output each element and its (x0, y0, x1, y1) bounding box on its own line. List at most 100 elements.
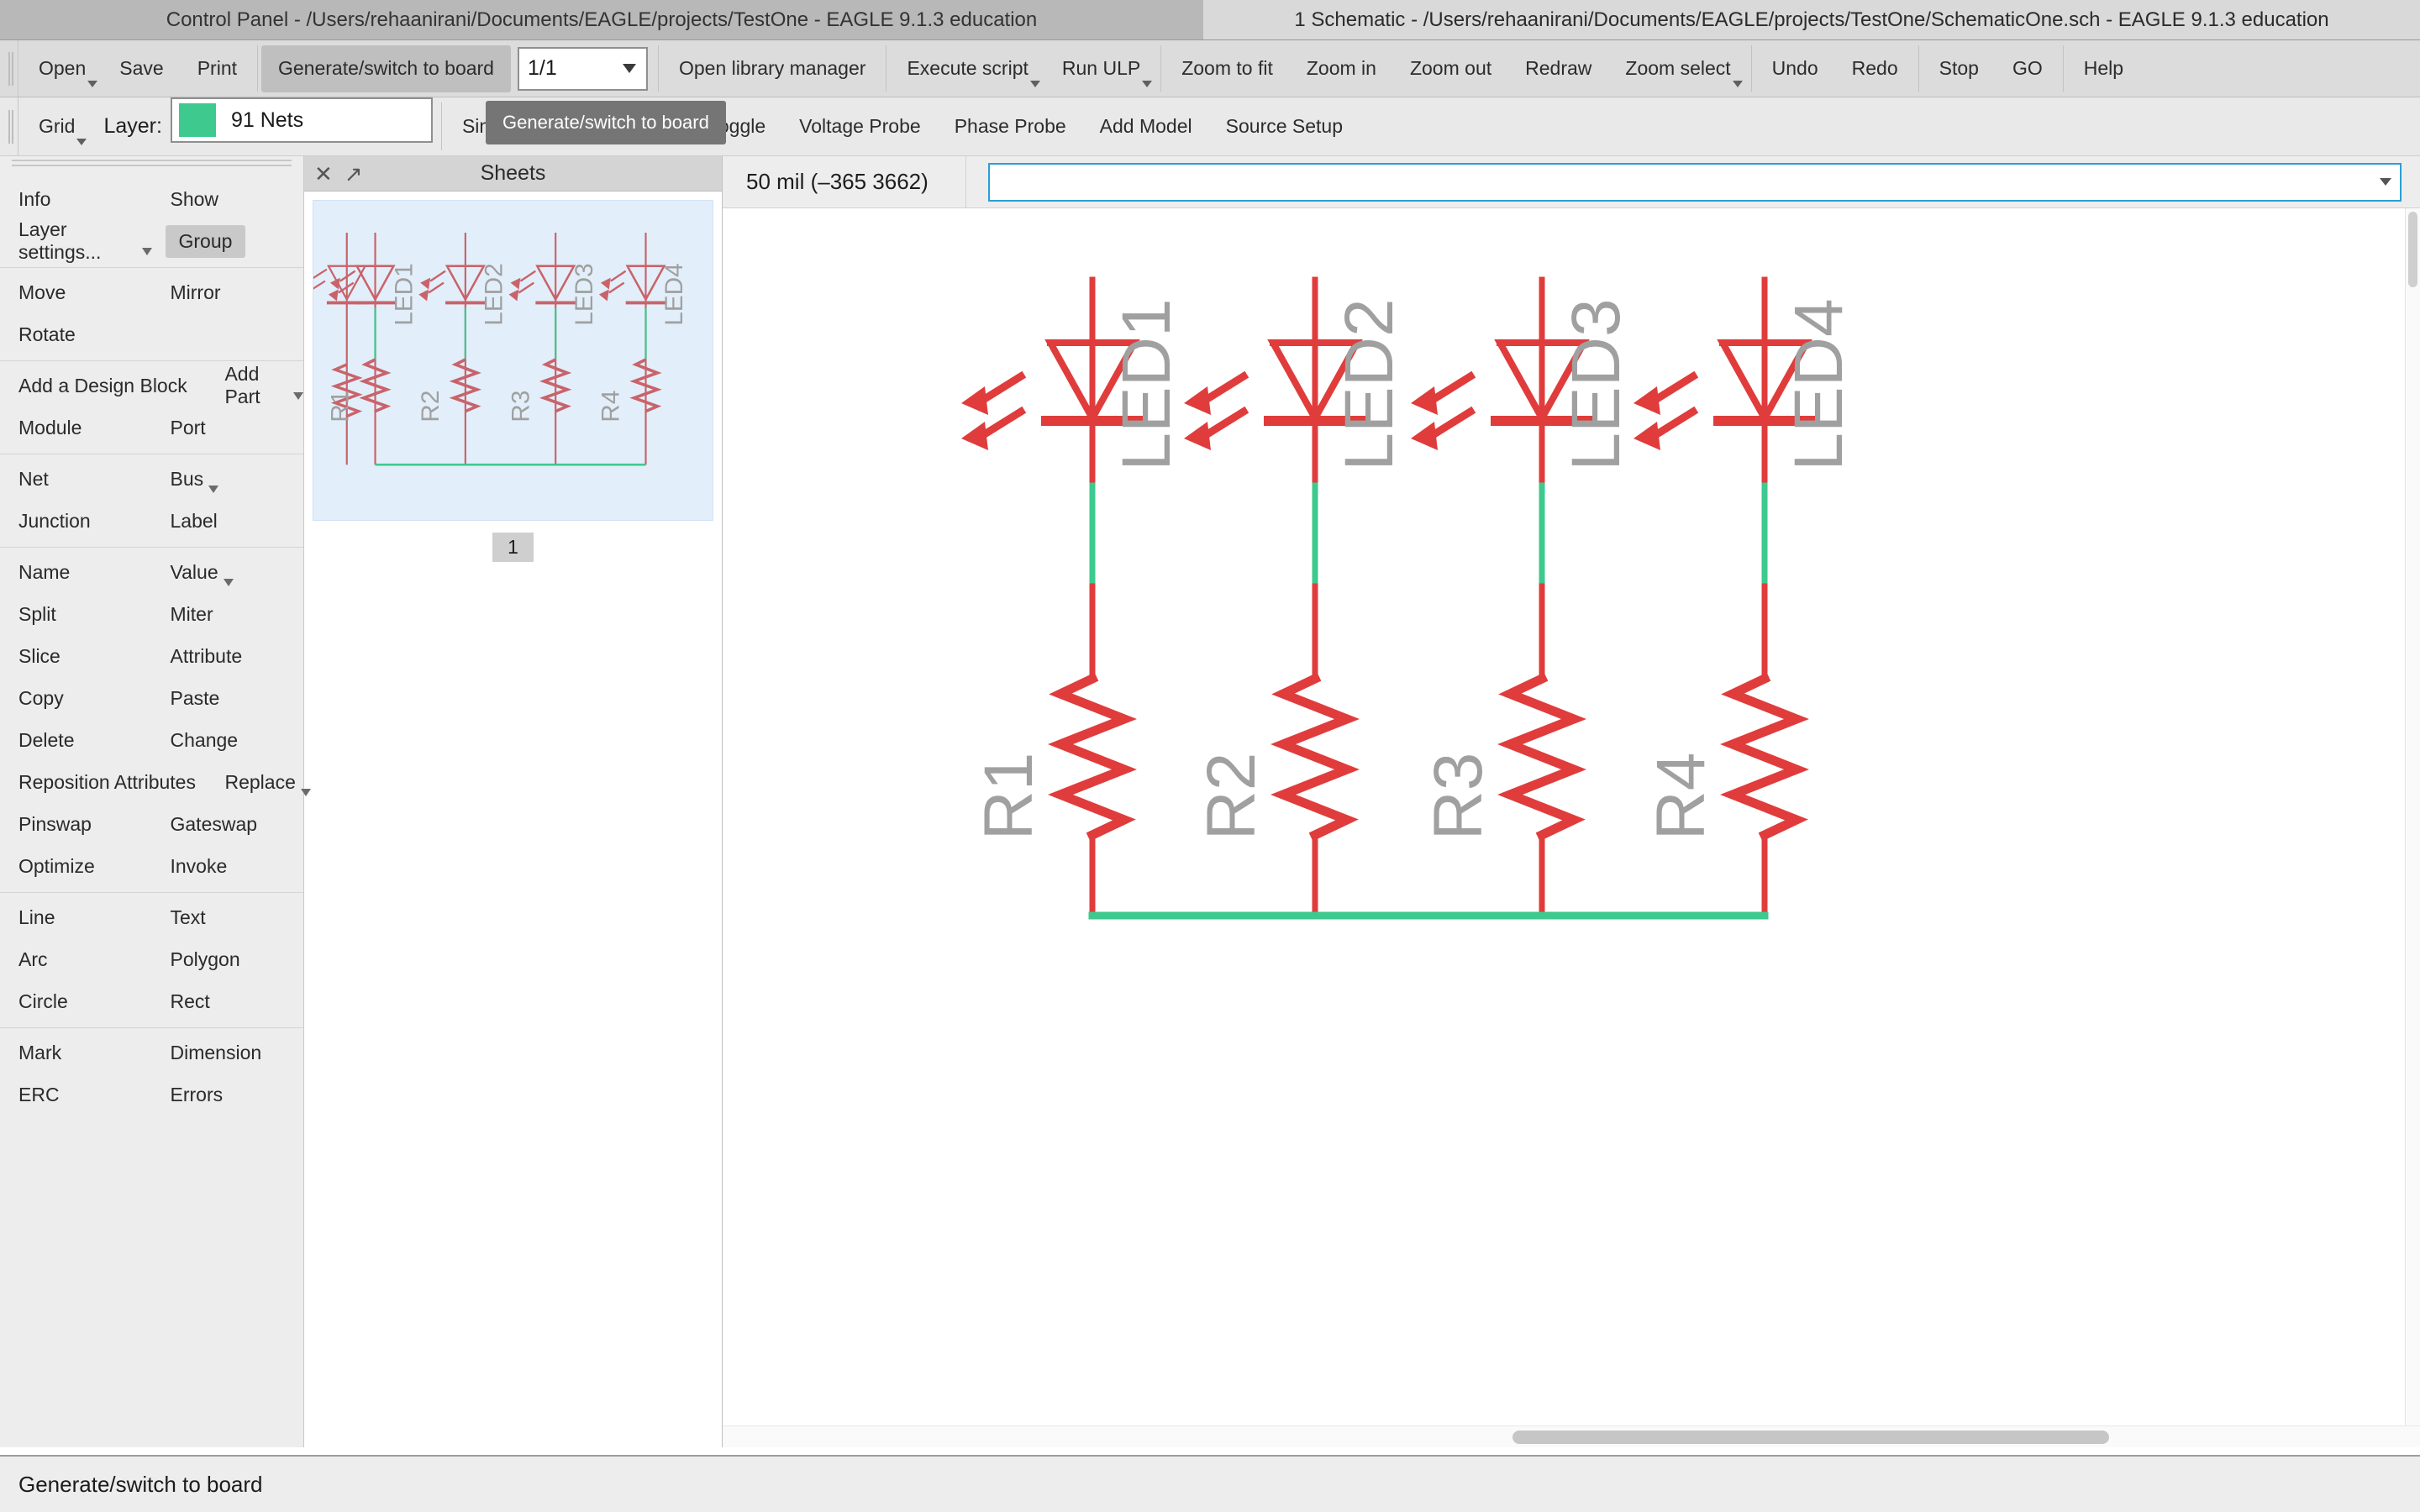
chevron-down-icon[interactable] (1142, 81, 1152, 87)
zoom-to-fit-button[interactable]: Zoom to fit (1165, 45, 1290, 92)
chevron-down-icon[interactable] (1030, 81, 1040, 87)
chevron-down-icon[interactable] (293, 392, 303, 400)
palette-row: CircleRect (0, 980, 303, 1022)
palette-command-layer-settings[interactable]: Layer settings... (0, 220, 152, 262)
palette-command-show[interactable]: Show (152, 178, 304, 220)
palette-command-optimize[interactable]: Optimize (0, 845, 152, 887)
horizontal-scrollbar[interactable] (723, 1425, 2420, 1447)
palette-command-value[interactable]: Value (152, 551, 304, 593)
chevron-down-icon[interactable] (87, 81, 97, 87)
svg-text:LED2: LED2 (481, 263, 508, 326)
palette-command-copy[interactable]: Copy (0, 677, 152, 719)
palette-command-group[interactable]: Group (152, 220, 304, 262)
palette-command-gateswap[interactable]: Gateswap (152, 803, 304, 845)
palette-command-attribute[interactable]: Attribute (152, 635, 304, 677)
run-ulp-button[interactable]: Run ULP (1045, 45, 1157, 92)
grid-button[interactable]: Grid (22, 103, 92, 150)
add-model-label: Add Model (1100, 115, 1192, 138)
palette-command-arc[interactable]: Arc (0, 938, 152, 980)
palette-command-errors[interactable]: Errors (152, 1074, 304, 1116)
palette-command-circle[interactable]: Circle (0, 980, 152, 1022)
palette-command-replace[interactable]: Replace (206, 761, 310, 803)
palette-command-rect[interactable]: Rect (152, 980, 304, 1022)
chevron-down-icon[interactable] (2380, 178, 2391, 186)
sheet-thumbnail-1[interactable]: LED1 R1 (313, 200, 713, 521)
title-bar: Control Panel - /Users/rehaanirani/Docum… (0, 0, 2420, 40)
add-model-button[interactable]: Add Model (1083, 103, 1209, 150)
palette-command-dimension[interactable]: Dimension (152, 1032, 304, 1074)
zoom-select-button[interactable]: Zoom select (1608, 45, 1747, 92)
chevron-down-icon[interactable] (1733, 81, 1743, 87)
palette-command-slice[interactable]: Slice (0, 635, 152, 677)
open-button[interactable]: Open (22, 45, 103, 92)
palette-command-pinswap[interactable]: Pinswap (0, 803, 152, 845)
chevron-down-icon[interactable] (142, 248, 152, 255)
layer-selector-combo[interactable]: 91 Nets (171, 97, 433, 143)
zoom-out-button[interactable]: Zoom out (1393, 45, 1508, 92)
close-icon[interactable]: ✕ (314, 163, 333, 185)
save-button[interactable]: Save (103, 45, 180, 92)
palette-command-split[interactable]: Split (0, 593, 152, 635)
palette-command-mirror[interactable]: Mirror (152, 271, 304, 313)
palette-command-change[interactable]: Change (152, 719, 304, 761)
palette-command-polygon[interactable]: Polygon (152, 938, 304, 980)
go-button[interactable]: GO (1996, 45, 2060, 92)
toolbar-drag-handle-1[interactable] (0, 40, 18, 97)
chevron-down-icon[interactable] (623, 64, 636, 73)
source-setup-button[interactable]: Source Setup (1209, 103, 1360, 150)
zoom-in-button[interactable]: Zoom in (1290, 45, 1393, 92)
execute-script-button[interactable]: Execute script (890, 45, 1044, 92)
sheet-selector-combo[interactable]: 1/1 (518, 47, 648, 91)
palette-command-label: Layer settings... (18, 218, 137, 264)
command-input[interactable] (988, 163, 2402, 202)
palette-command-line[interactable]: Line (0, 896, 152, 938)
print-button[interactable]: Print (181, 45, 254, 92)
voltage-probe-button[interactable]: Voltage Probe (782, 103, 938, 150)
schematic-canvas[interactable]: LED1 R1 (723, 208, 2420, 1447)
palette-command-info[interactable]: Info (0, 178, 152, 220)
palette-command-add-part[interactable]: Add Part (206, 365, 303, 407)
toolbar-drag-handle-2[interactable] (0, 97, 18, 155)
palette-command-text[interactable]: Text (152, 896, 304, 938)
phase-probe-button[interactable]: Phase Probe (938, 103, 1083, 150)
popout-arrow-icon[interactable]: ↗ (345, 163, 363, 185)
vertical-scrollbar[interactable] (2405, 208, 2420, 1425)
palette-command-invoke[interactable]: Invoke (152, 845, 304, 887)
palette-drag-handle[interactable] (0, 156, 303, 175)
chevron-down-icon[interactable] (208, 486, 218, 493)
schematic-editor-area: 50 mil (–365 3662) (723, 156, 2420, 1447)
palette-row: MoveMirror (0, 271, 303, 313)
palette-command-rotate[interactable]: Rotate (0, 313, 152, 355)
palette-command-add-a-design-block[interactable]: Add a Design Block (0, 365, 206, 407)
help-button[interactable]: Help (2067, 45, 2140, 92)
vertical-scrollbar-thumb[interactable] (2408, 212, 2417, 287)
palette-command-miter[interactable]: Miter (152, 593, 304, 635)
palette-command-delete[interactable]: Delete (0, 719, 152, 761)
palette-command-mark[interactable]: Mark (0, 1032, 152, 1074)
palette-command-module[interactable]: Module (0, 407, 152, 449)
control-panel-window-title[interactable]: Control Panel - /Users/rehaanirani/Docum… (0, 0, 1203, 40)
chevron-down-icon[interactable] (76, 139, 87, 145)
palette-command-erc[interactable]: ERC (0, 1074, 152, 1116)
palette-command-net[interactable]: Net (0, 458, 152, 500)
schematic-window-title[interactable]: 1 Schematic - /Users/rehaanirani/Documen… (1203, 0, 2420, 40)
stop-button[interactable]: Stop (1923, 45, 1996, 92)
sheet-number-badge[interactable]: 1 (492, 533, 534, 562)
palette-command-label[interactable]: Label (152, 500, 304, 542)
palette-command-bus[interactable]: Bus (152, 458, 304, 500)
chevron-down-icon[interactable] (224, 579, 234, 586)
palette-command-name[interactable]: Name (0, 551, 152, 593)
redraw-button[interactable]: Redraw (1508, 45, 1608, 92)
palette-command-junction[interactable]: Junction (0, 500, 152, 542)
palette-command-port[interactable]: Port (152, 407, 304, 449)
palette-command-paste[interactable]: Paste (152, 677, 304, 719)
undo-button[interactable]: Undo (1755, 45, 1835, 92)
open-library-manager-button[interactable]: Open library manager (662, 45, 882, 92)
palette-command-move[interactable]: Move (0, 271, 152, 313)
horizontal-scrollbar-thumb[interactable] (1512, 1431, 2109, 1444)
redo-button[interactable]: Redo (1835, 45, 1915, 92)
palette-command-reposition-attributes[interactable]: Reposition Attributes (0, 761, 206, 803)
generate-switch-to-board-button[interactable]: Generate/switch to board (261, 45, 511, 92)
chevron-down-icon[interactable] (301, 789, 311, 796)
palette-command-label: Slice (18, 645, 60, 668)
